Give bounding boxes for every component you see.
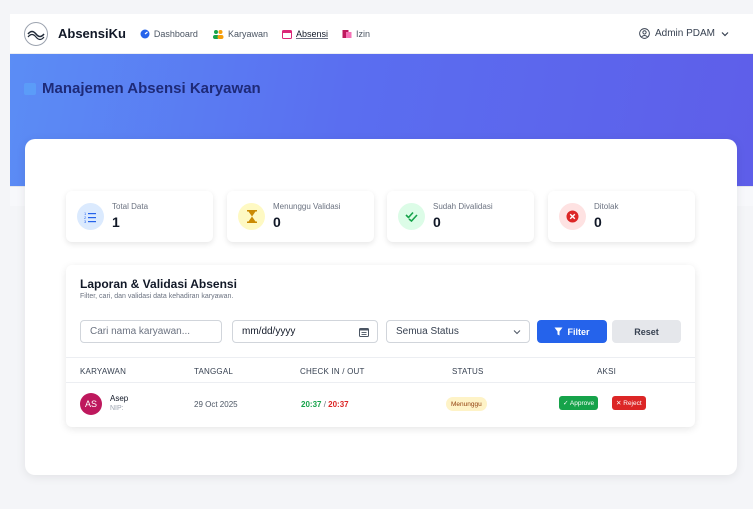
funnel-icon — [554, 327, 563, 336]
stat-value: 0 — [594, 214, 602, 230]
reset-button[interactable]: Reset — [612, 320, 681, 343]
user-name: Admin PDAM — [654, 28, 715, 39]
svg-text:3: 3 — [84, 219, 87, 223]
nav-item-label: Karyawan — [227, 28, 268, 39]
stat-label: Sudah Divalidasi — [433, 202, 493, 211]
col-status: STATUS — [452, 367, 484, 376]
nav-item-label: Izin — [356, 28, 371, 39]
col-karyawan: KARYAWAN — [80, 367, 127, 376]
check-in-out: 20:37 / 20:37 — [301, 400, 349, 409]
search-placeholder: Cari nama karyawan... — [90, 326, 191, 337]
col-aksi: AKSI — [597, 367, 617, 376]
page-title: Manajemen Absensi Karyawan — [24, 80, 261, 97]
stat-label: Menunggu Validasi — [273, 202, 341, 211]
brand[interactable]: AbsensiKu — [24, 21, 126, 46]
employee-nip: NIP: — [110, 405, 124, 412]
filter-label: Filter — [567, 326, 590, 337]
nav-menu: Dashboard Karyawan Absensi Izin — [140, 29, 384, 39]
date-input[interactable]: mm/dd/yyyy — [232, 320, 378, 343]
nav-item-label: Absensi — [295, 28, 328, 39]
user-circle-icon — [639, 28, 650, 39]
check-out-time: 20:37 — [328, 400, 349, 409]
page-title-text: Manajemen Absensi Karyawan — [42, 80, 261, 97]
table-row: AS Asep NIP: 29 Oct 2025 20:37 / 20:37 M… — [66, 383, 695, 427]
table-header: KARYAWAN TANGGAL CHECK IN / OUT STATUS A… — [66, 357, 695, 383]
chevron-down-icon — [721, 31, 729, 36]
folder-icon — [342, 29, 352, 38]
attendance-date: 29 Oct 2025 — [194, 400, 238, 409]
stat-label: Total Data — [112, 202, 149, 211]
users-icon — [212, 29, 224, 39]
stat-value: 0 — [273, 214, 281, 230]
approve-button[interactable]: ✓ Approve — [559, 396, 599, 410]
user-menu[interactable]: Admin PDAM — [639, 28, 729, 39]
nav-item-dashboard[interactable]: Dashboard — [140, 29, 198, 39]
stat-label: Ditolak — [594, 202, 619, 211]
navbar: AbsensiKu Dashboard Karyawan Absensi Izi… — [10, 14, 753, 54]
report-card: Laporan & Validasi Absensi Filter, cari,… — [66, 265, 695, 427]
nav-item-izin[interactable]: Izin — [342, 29, 370, 39]
stat-card-divalidasi: Sudah Divalidasi 0 — [387, 191, 534, 242]
col-tanggal: TANGGAL — [194, 367, 234, 376]
stat-value: 0 — [433, 214, 441, 230]
report-title: Laporan & Validasi Absensi — [80, 277, 237, 291]
calendar-icon — [281, 29, 292, 39]
search-input[interactable]: Cari nama karyawan... — [80, 320, 222, 343]
check-in-time: 20:37 — [301, 400, 322, 409]
reject-button[interactable]: ✕ Reject — [612, 396, 646, 410]
brand-name: AbsensiKu — [58, 26, 126, 41]
col-check: CHECK IN / OUT — [300, 367, 365, 376]
check-double-icon — [398, 203, 425, 230]
nav-item-absensi[interactable]: Absensi — [281, 28, 328, 39]
stat-value: 1 — [112, 214, 120, 230]
avatar: AS — [80, 393, 102, 415]
report-subtitle: Filter, cari, dan validasi data kehadira… — [80, 293, 234, 300]
list-icon: 1 2 3 — [77, 203, 104, 230]
employee-name: Asep — [110, 394, 129, 403]
chevron-down-icon — [513, 330, 521, 335]
brand-logo-icon — [24, 21, 48, 46]
hourglass-icon — [238, 203, 265, 230]
stat-card-total: 1 2 3 Total Data 1 — [66, 191, 213, 242]
status-select[interactable]: Semua Status — [386, 320, 530, 343]
nav-item-karyawan[interactable]: Karyawan — [212, 29, 268, 39]
title-square-icon — [24, 82, 36, 95]
reset-label: Reset — [634, 326, 659, 337]
status-badge: Menunggu — [446, 397, 487, 411]
filter-button[interactable]: Filter — [537, 320, 607, 343]
status-select-value: Semua Status — [396, 326, 459, 337]
stat-card-menunggu: Menunggu Validasi 0 — [227, 191, 374, 242]
top-strip — [0, 0, 753, 10]
stat-card-ditolak: Ditolak 0 — [548, 191, 695, 242]
calendar-icon[interactable] — [359, 327, 369, 337]
main-card: 1 2 3 Total Data 1 Menunggu Validasi 0 S… — [25, 139, 737, 475]
dashboard-icon — [140, 29, 150, 38]
x-circle-icon — [559, 203, 586, 230]
nav-item-label: Dashboard — [153, 28, 198, 39]
date-placeholder: mm/dd/yyyy — [242, 326, 296, 337]
